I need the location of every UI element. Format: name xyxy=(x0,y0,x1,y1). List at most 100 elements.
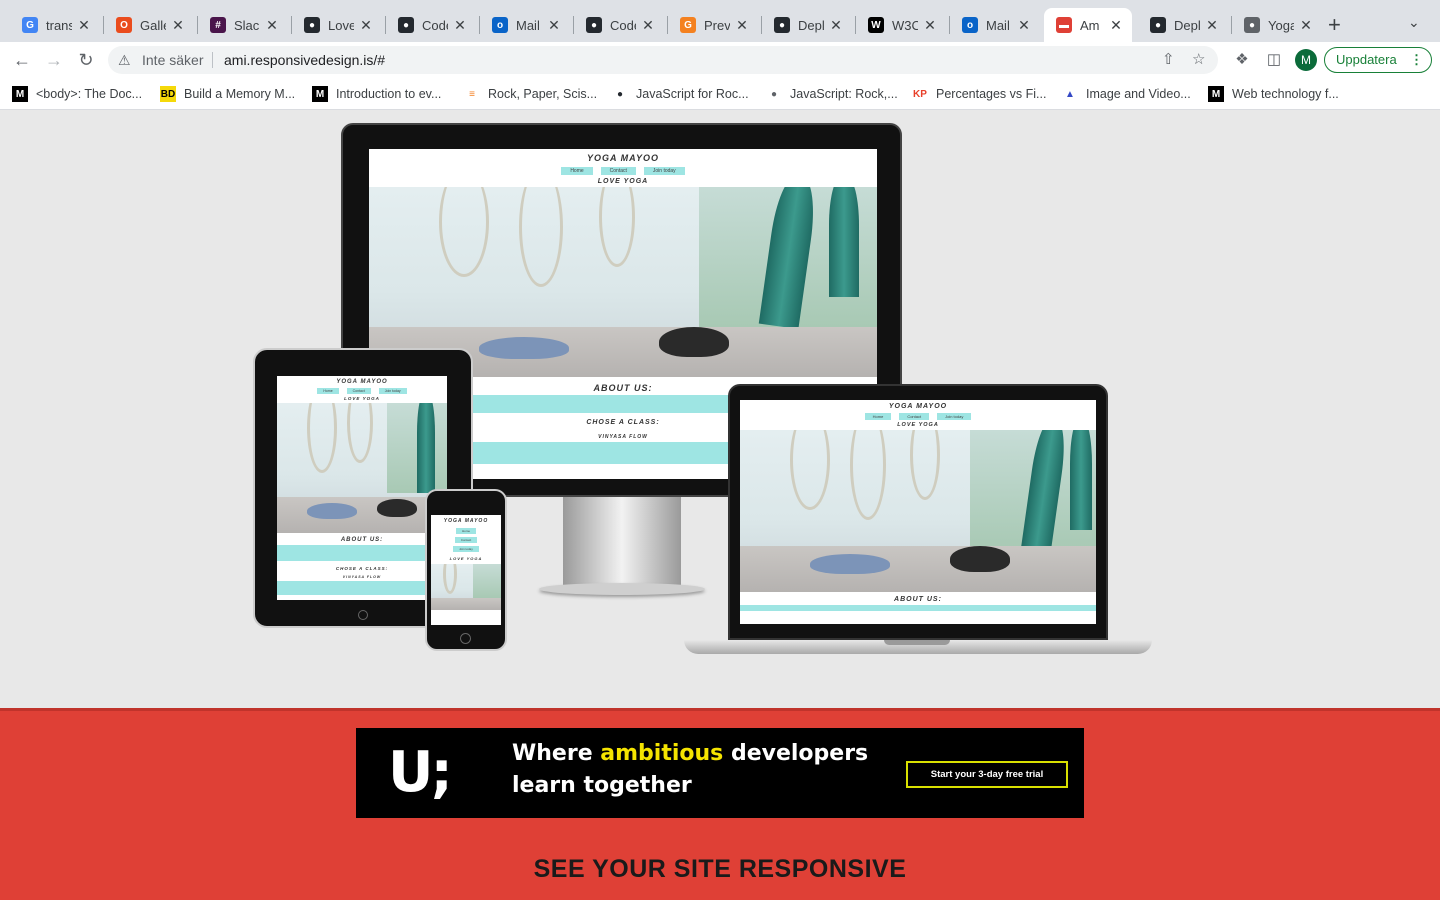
tab-3[interactable]: ● Love ✕ xyxy=(292,8,382,42)
tab-7[interactable]: G Previ✕ xyxy=(668,8,758,42)
laptop-nav-contact[interactable]: Contact xyxy=(899,413,930,420)
tab-11[interactable]: ▬ Am I✕ xyxy=(1044,8,1132,42)
security-label[interactable]: Inte säker xyxy=(142,52,203,68)
phone-site-nav: Home Contact Join today xyxy=(431,528,501,552)
close-tab-icon[interactable]: ✕ xyxy=(170,17,186,34)
update-button[interactable]: Uppdatera ⋮ xyxy=(1324,47,1432,73)
bookmark-item[interactable]: KP Percentages vs Fi... xyxy=(912,84,1046,104)
tab-title: W3C xyxy=(892,17,918,33)
phone-home-button xyxy=(460,633,471,644)
close-tab-icon[interactable]: ✕ xyxy=(452,17,468,34)
github-icon: ● xyxy=(616,88,624,100)
bookmark-item[interactable]: BD Build a Memory M... xyxy=(160,84,295,104)
close-tab-icon[interactable]: ✕ xyxy=(828,17,844,34)
tab-9[interactable]: W W3C ✕ xyxy=(856,8,946,42)
mdn-icon: M xyxy=(12,86,28,102)
close-tab-icon[interactable]: ✕ xyxy=(1108,17,1124,34)
imagekit-icon: ▲ xyxy=(1065,88,1075,100)
ad-trial-button[interactable]: Start your 3-day free trial xyxy=(906,761,1068,788)
profile-avatar[interactable]: M xyxy=(1295,49,1317,71)
ad-headline-part1: Where xyxy=(512,741,601,766)
tab-6[interactable]: ● Code✕ xyxy=(574,8,664,42)
laptop-nav-home[interactable]: Home xyxy=(864,413,892,420)
tab-13[interactable]: ● Yoga ✕ xyxy=(1232,8,1322,42)
reload-icon[interactable]: ↻ xyxy=(74,48,98,72)
tab-8[interactable]: ● Depl ✕ xyxy=(762,8,852,42)
close-tab-icon[interactable]: ✕ xyxy=(734,17,750,34)
mdn-icon: M xyxy=(312,86,328,102)
phone-nav-home[interactable]: Home xyxy=(455,528,476,534)
amiresponsive-icon: ▬ xyxy=(1056,17,1072,33)
tab-12[interactable]: ● Depl ✕ xyxy=(1138,8,1228,42)
bookmark-label: JavaScript: Rock,... xyxy=(790,87,898,101)
github-icon: ● xyxy=(1150,17,1166,33)
side-panel-icon[interactable]: ◫ xyxy=(1262,48,1286,72)
laptop-nav-join[interactable]: Join today xyxy=(937,413,972,420)
phone-nav-contact[interactable]: Contact xyxy=(454,537,478,543)
page-heading: SEE YOUR SITE RESPONSIVE xyxy=(533,855,907,883)
advertisement-banner[interactable]: U; Where ambitious developers learn toge… xyxy=(356,728,1084,818)
share-icon[interactable]: ⇧ xyxy=(1162,50,1175,68)
desktop-nav-contact[interactable]: Contact xyxy=(600,167,636,175)
stackoverflow-icon: ≡ xyxy=(469,88,475,100)
close-tab-icon[interactable]: ✕ xyxy=(1204,17,1220,34)
ui-dev-logo: U; xyxy=(388,740,453,805)
new-tab-button[interactable]: + xyxy=(1328,12,1341,38)
close-tab-icon[interactable]: ✕ xyxy=(264,17,280,34)
slack-icon: # xyxy=(210,17,226,33)
tablet-home-button xyxy=(358,610,368,620)
warning-triangle-icon[interactable]: ⚠ xyxy=(118,52,131,69)
google-icon: G xyxy=(22,17,38,33)
tab-2[interactable]: # Slack✕ xyxy=(198,8,288,42)
tablet-nav-join[interactable]: Join today xyxy=(378,388,407,394)
tab-4[interactable]: ● Code✕ xyxy=(386,8,476,42)
bookmark-item[interactable]: ● JavaScript for Roc... xyxy=(612,84,749,104)
tab-title: Love xyxy=(328,17,354,33)
bookmark-item[interactable]: ▲ Image and Video... xyxy=(1062,84,1191,104)
tab-title: Slack xyxy=(234,17,260,33)
bookmark-item[interactable]: ≡ Rock, Paper, Scis... xyxy=(464,84,597,104)
circle-icon: O xyxy=(116,17,132,33)
close-tab-icon[interactable]: ✕ xyxy=(1016,17,1032,34)
ad-headline-line1: Where ambitious developers xyxy=(512,738,868,770)
bookmark-item[interactable]: M Introduction to ev... xyxy=(312,84,441,104)
phone-mockup: YOGA MAYOO Home Contact Join today LOVE … xyxy=(425,489,507,651)
tab-1[interactable]: O Galle✕ xyxy=(104,8,194,42)
laptop-site-nav: Home Contact Join today xyxy=(740,413,1096,420)
ad-headline: Where ambitious developers learn togethe… xyxy=(512,738,868,802)
close-tab-icon[interactable]: ✕ xyxy=(358,17,374,34)
tab-5[interactable]: o Mail -✕ xyxy=(480,8,570,42)
bookmark-item[interactable]: M <body>: The Doc... xyxy=(12,84,142,104)
close-tab-icon[interactable]: ✕ xyxy=(76,17,92,34)
address-bar[interactable]: ⚠ Inte säker ami.responsivedesign.is/# ⇧… xyxy=(108,46,1218,74)
close-tab-icon[interactable]: ✕ xyxy=(546,17,562,34)
phone-site-subtitle: LOVE YOGA xyxy=(449,556,483,561)
close-tab-icon[interactable]: ✕ xyxy=(640,17,656,34)
close-tab-icon[interactable]: ✕ xyxy=(922,17,938,34)
url-text[interactable]: ami.responsivedesign.is/# xyxy=(224,52,385,68)
github-icon: ● xyxy=(398,17,414,33)
desktop-nav-join[interactable]: Join today xyxy=(643,167,685,175)
desktop-nav-home[interactable]: Home xyxy=(561,167,593,175)
tablet-about-text-block xyxy=(277,545,447,561)
browser-toolbar: ← → ↻ ⚠ Inte säker ami.responsivedesign.… xyxy=(0,42,1440,78)
laptop-screen: YOGA MAYOO Home Contact Join today LOVE … xyxy=(740,400,1096,624)
tablet-hero-image xyxy=(277,403,447,533)
back-arrow-icon[interactable]: ← xyxy=(10,48,34,72)
tab-10[interactable]: o Mail -✕ xyxy=(950,8,1040,42)
tablet-nav-home[interactable]: Home xyxy=(317,388,339,394)
tab-0[interactable]: Gtrans ✕ xyxy=(10,8,100,42)
close-tab-icon[interactable]: ✕ xyxy=(1298,17,1314,34)
forward-arrow-icon[interactable]: → xyxy=(42,48,66,72)
tablet-nav-contact[interactable]: Contact xyxy=(346,388,371,394)
more-menu-icon[interactable]: ⋮ xyxy=(1410,48,1423,72)
tab-search-chevron-icon[interactable]: ⌄ xyxy=(1408,14,1420,31)
extensions-puzzle-icon[interactable]: ❖ xyxy=(1230,48,1254,72)
bookmark-star-icon[interactable]: ☆ xyxy=(1192,50,1205,68)
bookmark-item[interactable]: M Web technology f... xyxy=(1208,84,1339,104)
github-icon: ● xyxy=(586,17,602,33)
bookmark-item[interactable]: ● JavaScript: Rock,... xyxy=(766,84,898,104)
phone-nav-join[interactable]: Join today xyxy=(453,546,479,552)
tablet-site-subtitle: LOVE YOGA xyxy=(344,396,380,401)
tablet-class-text-block xyxy=(277,581,447,595)
